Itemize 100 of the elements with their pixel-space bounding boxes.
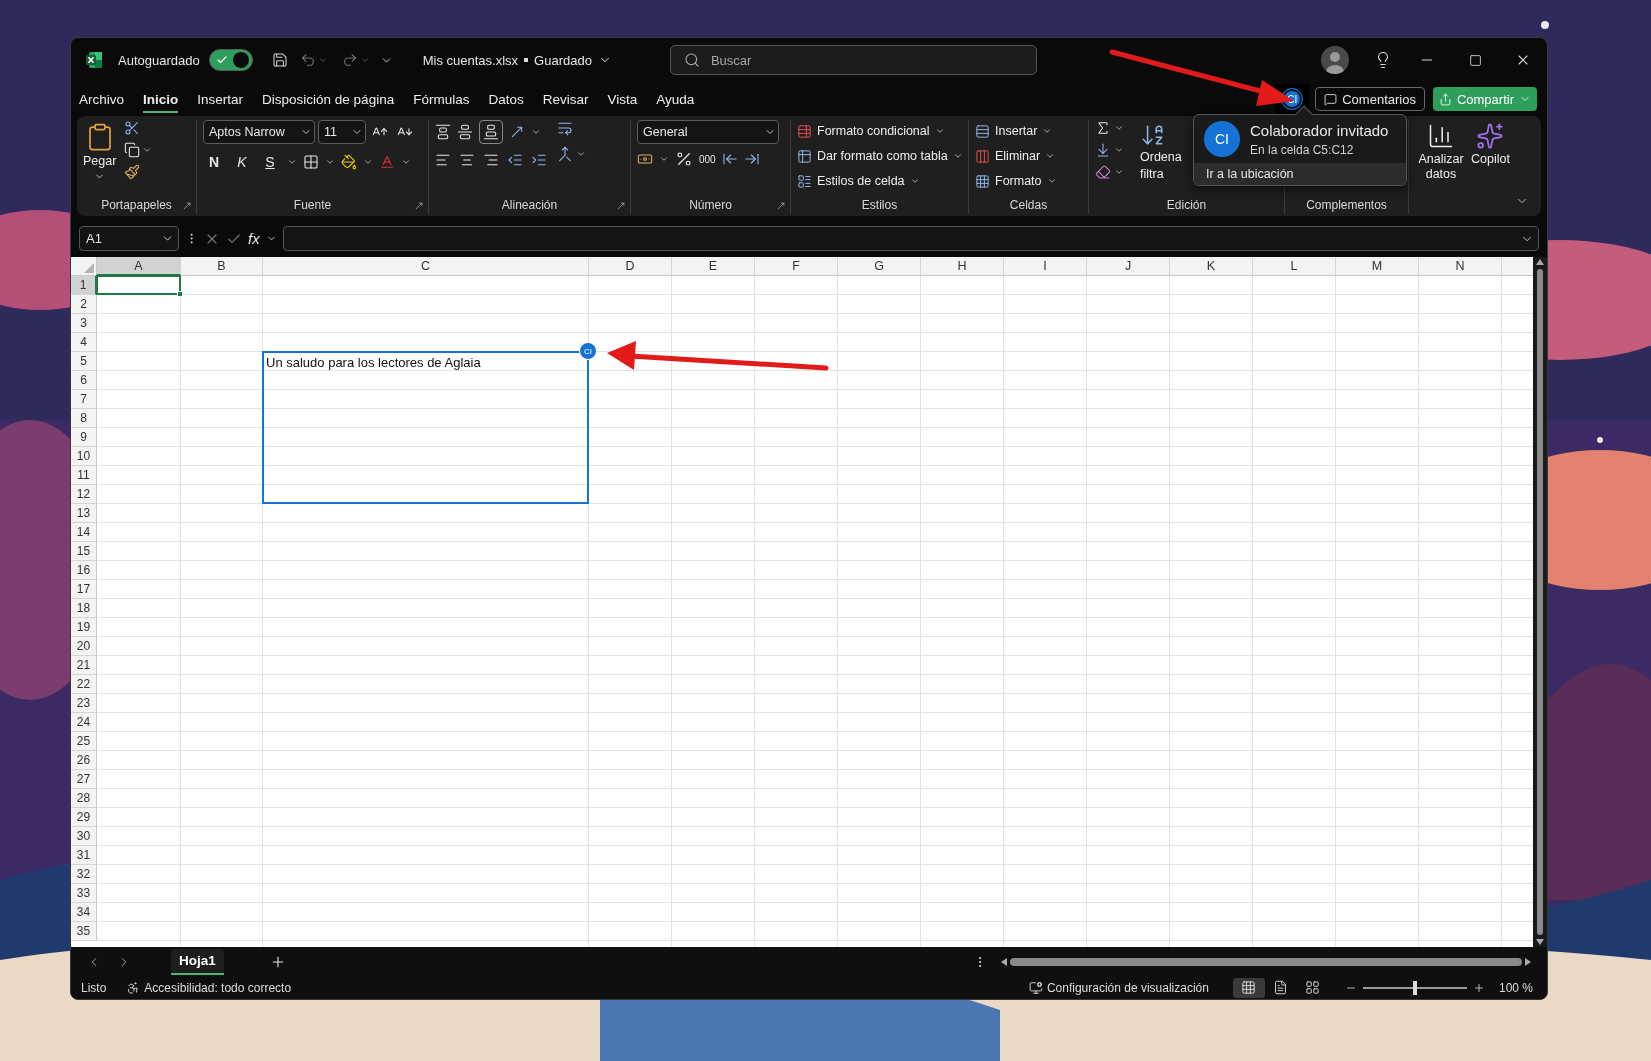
styles-button[interactable]: Formato condicional xyxy=(797,120,945,142)
undo-icon[interactable] xyxy=(299,52,316,68)
sort-filter-button[interactable]: Ordena filtra xyxy=(1140,120,1182,182)
autosum-icon[interactable] xyxy=(1095,120,1111,136)
accounting-format-icon[interactable] xyxy=(637,151,653,167)
percent-icon[interactable] xyxy=(675,150,693,168)
row-header[interactable]: 31 xyxy=(71,846,97,865)
menu-tab[interactable]: Inicio xyxy=(143,85,179,113)
font-color-icon[interactable] xyxy=(379,154,395,170)
menu-tab[interactable]: Ayuda xyxy=(656,85,695,113)
name-box[interactable]: A1 xyxy=(79,226,179,251)
increase-decimal-icon[interactable] xyxy=(743,151,760,167)
dialog-launcher-icon[interactable] xyxy=(776,201,786,211)
paste-button[interactable]: Pegar xyxy=(83,120,117,182)
dialog-launcher-icon[interactable] xyxy=(616,201,626,211)
row-header[interactable]: 16 xyxy=(71,561,97,580)
column-header[interactable]: N xyxy=(1419,257,1502,276)
eraser-icon[interactable] xyxy=(1095,164,1111,180)
sheet-tab[interactable]: Hoja1 xyxy=(171,948,224,975)
row-header[interactable]: 6 xyxy=(71,371,97,390)
row-header[interactable]: 11 xyxy=(71,466,97,485)
copy-icon[interactable] xyxy=(124,142,141,158)
row-header[interactable]: 1 xyxy=(71,276,97,295)
row-header[interactable]: 21 xyxy=(71,656,97,675)
column-header[interactable]: I xyxy=(1004,257,1087,276)
row-header[interactable]: 15 xyxy=(71,542,97,561)
column-header[interactable]: J xyxy=(1087,257,1170,276)
display-settings-icon[interactable] xyxy=(1028,980,1043,995)
row-header[interactable]: 13 xyxy=(71,504,97,523)
align-middle-icon[interactable] xyxy=(457,124,473,140)
dialog-launcher-icon[interactable] xyxy=(414,201,424,211)
italic-button[interactable]: K xyxy=(231,150,253,174)
row-header[interactable]: 18 xyxy=(71,599,97,618)
number-format-dropdown[interactable]: General xyxy=(637,120,779,144)
increase-indent-icon[interactable] xyxy=(531,152,547,168)
go-to-location-link[interactable]: Ir a la ubicación xyxy=(1194,163,1406,185)
bold-button[interactable]: N xyxy=(203,150,225,174)
row-header[interactable]: 26 xyxy=(71,751,97,770)
copilot-button[interactable]: Copilot xyxy=(1471,120,1510,167)
column-header[interactable]: L xyxy=(1253,257,1336,276)
menu-tab[interactable]: Archivo xyxy=(79,85,124,113)
horizontal-scrollbar-thumb[interactable] xyxy=(1010,957,1522,966)
row-header[interactable]: 34 xyxy=(71,903,97,922)
row-header[interactable]: 28 xyxy=(71,789,97,808)
column-header[interactable]: K xyxy=(1170,257,1253,276)
menu-tab[interactable]: Datos xyxy=(488,85,524,113)
align-bottom-button[interactable] xyxy=(479,120,503,144)
menu-tab[interactable]: Fórmulas xyxy=(413,85,470,113)
accessibility-status[interactable]: Accesibilidad: todo correcto xyxy=(144,980,292,995)
row-header[interactable]: 17 xyxy=(71,580,97,599)
orientation-icon[interactable] xyxy=(509,124,525,140)
row-header[interactable]: 27 xyxy=(71,770,97,789)
insert-function-button[interactable]: fx xyxy=(248,230,260,247)
align-center-icon[interactable] xyxy=(459,152,475,168)
column-header[interactable]: H xyxy=(921,257,1004,276)
decrease-indent-icon[interactable] xyxy=(507,152,523,168)
column-header[interactable]: D xyxy=(589,257,672,276)
styles-button[interactable]: Dar formato como tabla xyxy=(797,145,963,167)
align-left-icon[interactable] xyxy=(435,152,451,168)
styles-button[interactable]: Estilos de celda xyxy=(797,170,920,192)
row-header[interactable]: 29 xyxy=(71,808,97,827)
underline-button[interactable]: S xyxy=(259,150,281,174)
row-header[interactable]: 5 xyxy=(71,352,97,371)
row-header[interactable]: 4 xyxy=(71,333,97,352)
search-field[interactable]: Buscar xyxy=(669,45,1037,75)
comments-button[interactable]: Comentarios xyxy=(1315,87,1425,111)
scroll-left-icon[interactable] xyxy=(1001,957,1007,966)
row-header[interactable]: 25 xyxy=(71,732,97,751)
row-header[interactable]: 23 xyxy=(71,694,97,713)
column-header[interactable]: C xyxy=(263,257,589,276)
font-name-dropdown[interactable]: Aptos Narrow xyxy=(203,120,315,144)
fill-color-icon[interactable] xyxy=(341,154,357,170)
accessibility-icon[interactable] xyxy=(126,980,141,995)
cells-button[interactable]: Formato xyxy=(975,170,1057,192)
thousands-separator-button[interactable]: 000 xyxy=(699,153,716,165)
vertical-scrollbar-thumb[interactable] xyxy=(1537,269,1543,935)
column-header[interactable]: B xyxy=(181,257,263,276)
user-avatar[interactable] xyxy=(1321,46,1349,74)
merge-icon[interactable] xyxy=(557,146,573,162)
row-header[interactable]: 3 xyxy=(71,314,97,333)
row-header[interactable]: 35 xyxy=(71,922,97,941)
menu-tab[interactable]: Disposición de página xyxy=(262,85,395,113)
format-painter-icon[interactable] xyxy=(124,164,141,180)
view-button[interactable] xyxy=(1232,977,1265,998)
column-header[interactable]: M xyxy=(1336,257,1419,276)
row-header[interactable]: 20 xyxy=(71,637,97,656)
menu-tab[interactable]: Insertar xyxy=(197,85,244,113)
row-header[interactable]: 24 xyxy=(71,713,97,732)
redo-icon[interactable] xyxy=(341,52,358,68)
scroll-up-icon[interactable] xyxy=(1536,259,1544,265)
fill-icon[interactable] xyxy=(1095,142,1111,158)
cut-icon[interactable] xyxy=(124,120,141,136)
column-header[interactable]: F xyxy=(755,257,838,276)
zoom-level[interactable]: 100 % xyxy=(1498,980,1533,995)
cells-button[interactable]: Insertar xyxy=(975,120,1053,142)
cells-button[interactable]: Eliminar xyxy=(975,145,1056,167)
menu-tab[interactable]: Vista xyxy=(607,85,638,113)
scroll-right-icon[interactable] xyxy=(1525,957,1531,966)
row-header[interactable]: 10 xyxy=(71,447,97,466)
row-header[interactable]: 7 xyxy=(71,390,97,409)
